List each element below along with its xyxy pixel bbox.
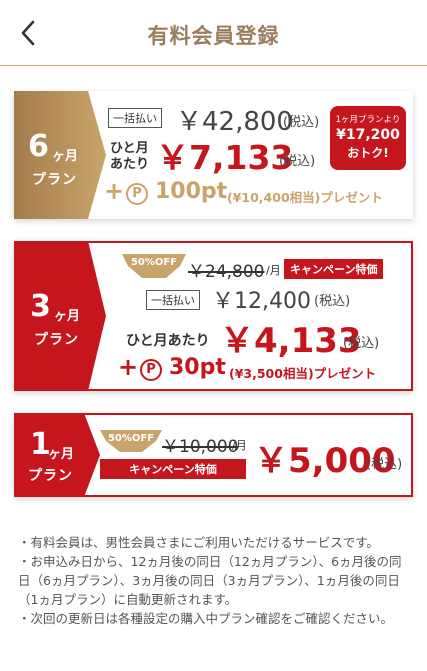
campaign-price-badge: キャンペーン特価 [284,259,384,279]
discount-ribbon-text: 50%OFF [107,433,155,444]
note-item: ・お申込み日から、12ヵ月後の同日（12ヵ月プラン）、6ヵ月後の同日（6ヵ月プラ… [18,554,402,607]
point-coin-icon: P [140,359,162,381]
plus-sign: + [104,177,125,205]
plan-months-unit: ヶ月 [48,447,75,462]
original-price: ￥24,800 [188,262,265,282]
plan-months-number: 3 [30,289,51,324]
per-month-label: ひと月あたり [126,333,210,349]
campaign-price-badge: キャンペーン特価 [100,459,246,479]
plan-tag-1-month: 1 ヶ月 プラン [14,413,100,497]
plan-label: プラン [34,332,79,348]
point-coin-icon: P [126,183,148,205]
plan-card-6-months[interactable]: 6 ヶ月 プラン 一括払い ￥42,800 (税込) ひと月 あたり ￥7,13… [14,91,413,219]
lump-sum-label: 一括払い [146,290,200,310]
lump-sum-price: ￥12,400 [212,289,311,314]
discount-ribbon: 50%OFF [100,430,162,452]
discount-ribbon-text: 50%OFF [130,257,178,268]
tax-included-label: (税込) [366,457,403,472]
note-item: ・次回の更新日は各種設定の購入中プラン確認をご確認ください。 [18,611,394,626]
per-month-price: ￥4,133 [220,321,362,361]
plan-months-unit: ヶ月 [52,149,79,164]
plan-months-number: 6 [28,129,49,164]
savings-badge-label: おトク! [347,146,389,160]
savings-badge-amount: ¥17,200 [336,127,400,143]
tax-included-label: (税込) [283,115,320,130]
savings-badge-caption: 1ヶ月プランより [335,115,401,125]
plus-sign: + [118,353,139,381]
tax-included-label: (税込) [343,336,380,351]
savings-badge: 1ヶ月プランより ¥17,200 おトク! [330,106,406,170]
original-price-unit: /月 [232,439,247,452]
tax-included-label: (税込) [279,154,316,169]
plan-label: プラン [28,468,73,484]
discount-ribbon: 50%OFF [122,254,186,278]
original-price-unit: /月 [266,264,281,277]
page-title: 有料会員登録 [147,24,280,48]
app-header: 有料会員登録 [0,0,427,66]
plan-tag-6-months: 6 ヶ月 プラン [14,91,106,219]
plan-card-1-month[interactable]: 1 ヶ月 プラン 50%OFF ￥10,000 /月 キャンペーン特価 ￥5,0… [14,413,413,497]
note-item: ・有料会員は、男性会員さまにご利用いただけるサービスです。 [18,535,380,550]
bonus-points-note: (¥3,500相当)プレゼント [229,366,377,381]
plan-label: プラン [32,172,77,188]
bonus-points: 30pt [169,355,226,380]
per-month-label-line2: あたり [110,157,150,172]
plan-card-3-months[interactable]: 3 ヶ月 プラン 50%OFF ￥24,800 /月 キャンペーン特価 一括払い… [14,241,413,391]
plan-tag-3-months: 3 ヶ月 プラン [14,241,106,391]
bonus-points-note: (¥10,400相当)プレゼント [227,190,383,205]
notes-section: ・有料会員は、男性会員さまにご利用いただけるサービスです。 ・お申込み日から、1… [18,533,413,628]
lump-sum-label: 一括払い [108,108,162,128]
bonus-points: 100pt [155,179,228,204]
plan-months-unit: ヶ月 [54,309,81,324]
tax-included-label: (税込) [314,294,351,309]
per-month-price: ￥7,133 [156,138,294,177]
original-price: ￥10,000 [162,437,239,457]
